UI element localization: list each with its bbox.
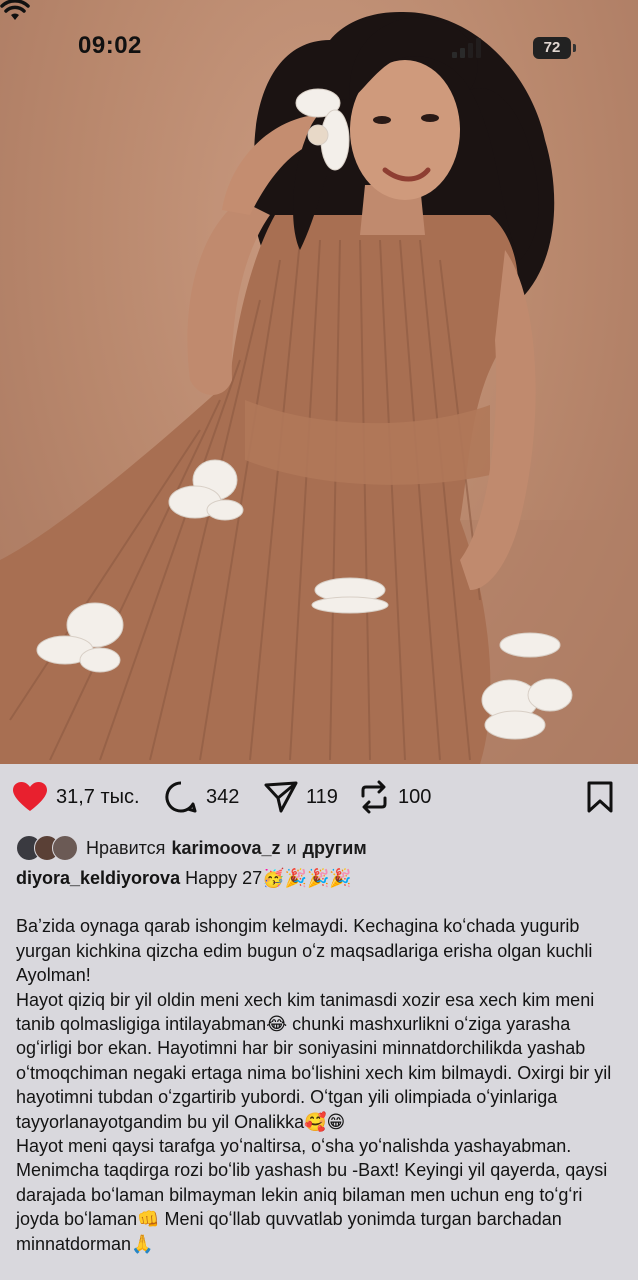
comments-count: 342 bbox=[206, 785, 240, 808]
post-photo[interactable]: 09:02 72 bbox=[0, 0, 638, 764]
save-button[interactable] bbox=[586, 780, 614, 814]
shares-count: 119 bbox=[306, 785, 338, 808]
status-time: 09:02 bbox=[78, 32, 142, 59]
avatar bbox=[52, 835, 78, 861]
caption-paragraph: Hayot meni qaysi tarafga yoʻnaltirsa, oʻ… bbox=[16, 1136, 608, 1254]
repost-icon bbox=[361, 780, 387, 814]
repost-button[interactable]: 100 bbox=[358, 780, 431, 814]
battery-indicator: 72 bbox=[533, 37, 576, 59]
liked-by-others[interactable]: другим bbox=[303, 838, 367, 859]
share-button[interactable]: 119 bbox=[264, 780, 338, 814]
liked-by-user[interactable]: karimoova_z bbox=[171, 838, 280, 859]
liker-avatars bbox=[16, 835, 82, 861]
cellular-signal-icon bbox=[452, 38, 484, 58]
liked-by-row[interactable]: Нравится karimoova_z и другим bbox=[16, 834, 367, 862]
liked-by-prefix: Нравится bbox=[86, 837, 166, 858]
photo-illustration bbox=[0, 11, 638, 764]
heart-icon bbox=[13, 782, 47, 811]
post-headline: Happy 27🥳🎉🎉🎉 bbox=[185, 868, 352, 888]
post-username[interactable]: diyora_keldiyorova bbox=[16, 868, 180, 888]
caption-paragraph: Baʼzida oynaga qarab ishongim kelmaydi. … bbox=[16, 916, 593, 986]
likes-count: 31,7 тыс. bbox=[56, 785, 140, 808]
bookmark-icon bbox=[587, 781, 613, 813]
send-icon bbox=[264, 781, 298, 813]
status-bar: 09:02 72 bbox=[0, 0, 638, 96]
post-actions-bar: 31,7 тыс. 342 119 100 bbox=[0, 764, 638, 830]
comment-button[interactable]: 342 bbox=[164, 780, 239, 814]
wifi-icon bbox=[0, 0, 30, 20]
caption-paragraph: Hayot qiziq bir yil oldin meni xech kim … bbox=[16, 989, 612, 1132]
comment-icon bbox=[165, 781, 197, 813]
liked-by-joiner: и bbox=[286, 837, 297, 858]
post-caption: diyora_keldiyorova Happy 27🥳🎉🎉🎉 Baʼzida … bbox=[16, 866, 626, 1256]
reposts-count: 100 bbox=[398, 785, 432, 808]
like-button[interactable]: 31,7 тыс. bbox=[12, 780, 140, 814]
